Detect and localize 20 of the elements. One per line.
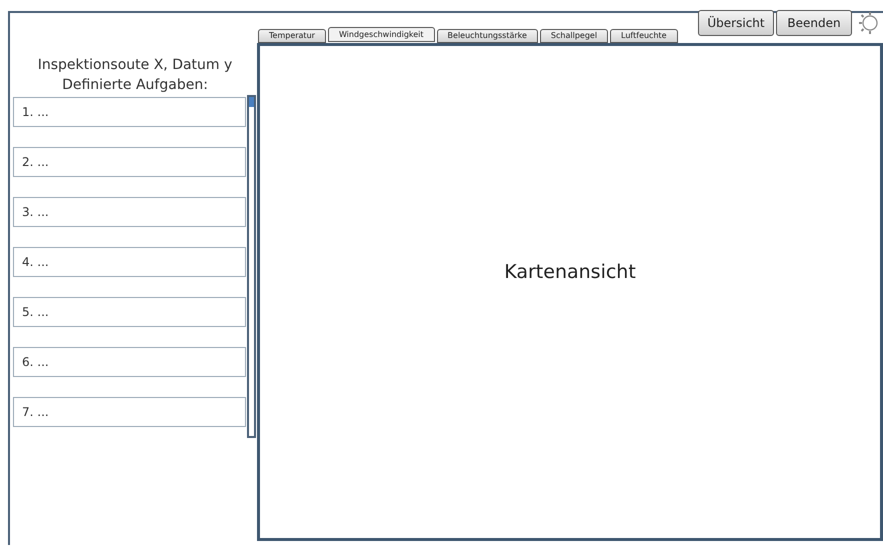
tab[interactable]: Luftfeuchte bbox=[610, 29, 678, 43]
scrollbar-thumb[interactable] bbox=[249, 97, 254, 107]
task-field[interactable]: 1. ... bbox=[13, 97, 246, 127]
task-field[interactable]: 7. ... bbox=[13, 397, 246, 427]
tab[interactable]: Schallpegel bbox=[540, 29, 608, 43]
header-button[interactable]: Übersicht bbox=[698, 10, 774, 36]
tab[interactable]: Windgeschwindigkeit bbox=[328, 27, 435, 42]
header-button[interactable]: Beenden bbox=[776, 10, 852, 36]
sidebar-title: Inspektionsoute X, Datum y bbox=[36, 56, 234, 75]
tab[interactable]: Temperatur bbox=[258, 29, 326, 43]
scrollbar[interactable] bbox=[247, 95, 256, 438]
sidebar-subtitle: Definierte Aufgaben: bbox=[61, 76, 209, 95]
settings-icon[interactable] bbox=[856, 10, 880, 36]
task-field[interactable]: 2. ... bbox=[13, 147, 246, 177]
task-field[interactable]: 6. ... bbox=[13, 347, 246, 377]
task-field[interactable]: 3. ... bbox=[13, 197, 246, 227]
task-field[interactable]: 5. ... bbox=[13, 297, 246, 327]
task-field[interactable]: 4. ... bbox=[13, 247, 246, 277]
tab[interactable]: Beleuchtungsstärke bbox=[436, 29, 538, 43]
map-label: Kartenansicht bbox=[504, 260, 636, 285]
